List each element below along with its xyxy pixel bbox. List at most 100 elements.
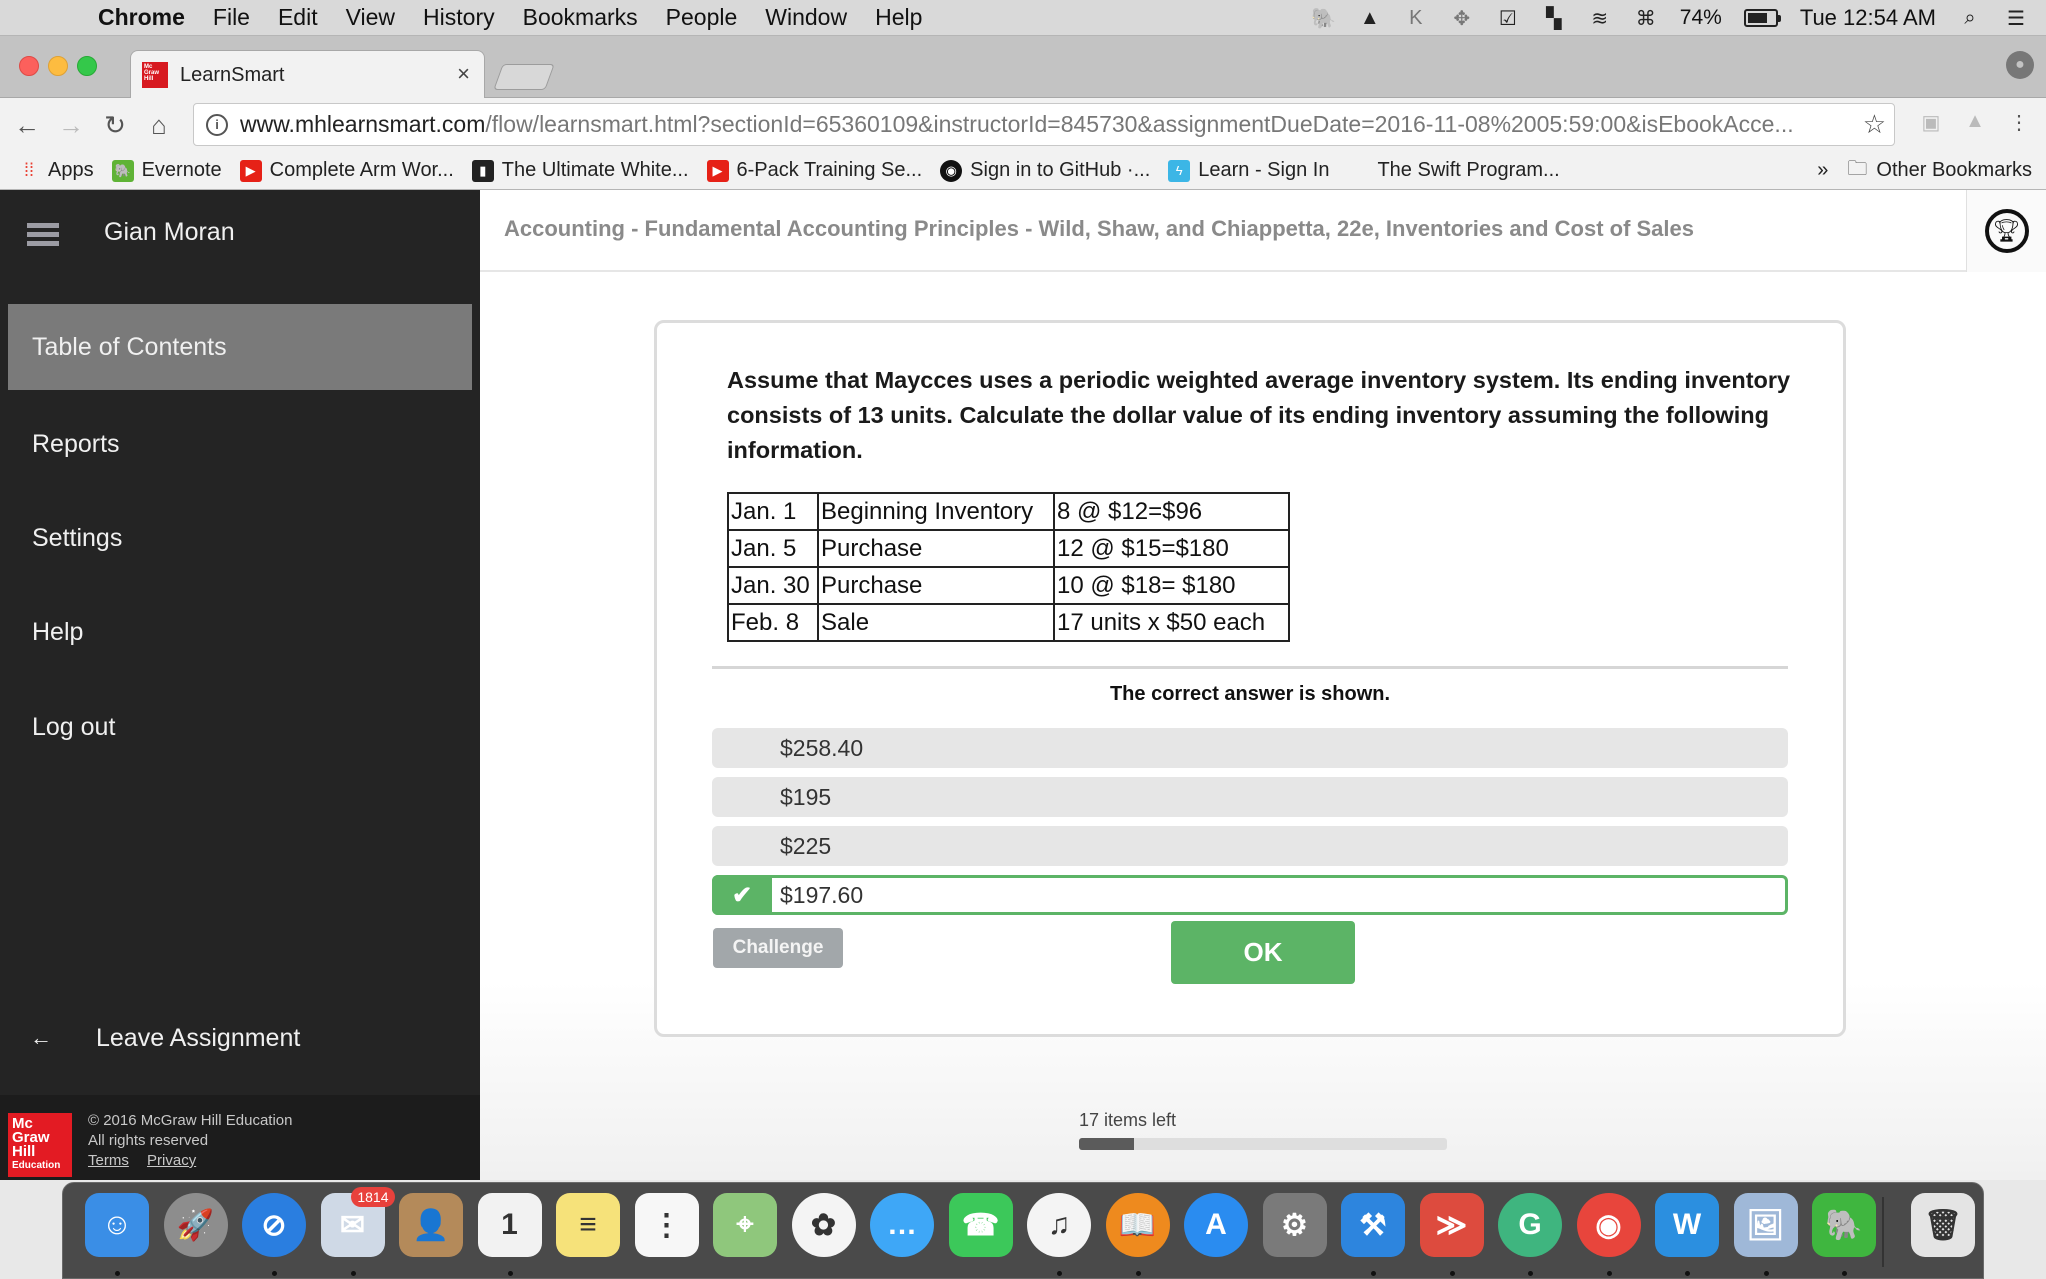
dock-app-xcode[interactable]: ⚒: [1341, 1193, 1405, 1257]
k-app-icon[interactable]: K: [1404, 6, 1428, 30]
dock-app-trash[interactable]: 🗑: [1911, 1193, 1975, 1257]
privacy-link[interactable]: Privacy: [147, 1152, 196, 1169]
extension-icon[interactable]: ▣: [1918, 110, 1944, 136]
back-arrow-icon[interactable]: ←: [10, 110, 44, 141]
bookmark-apps[interactable]: ⁞⁞ Apps: [18, 159, 94, 182]
dock-app-word[interactable]: W: [1655, 1193, 1719, 1257]
answer-option[interactable]: $258.40: [712, 728, 1788, 768]
keyboard-icon[interactable]: ⌘: [1634, 6, 1658, 30]
evernote-icon[interactable]: 🐘: [1311, 6, 1336, 30]
menu-people[interactable]: People: [666, 4, 738, 31]
google-drive-icon[interactable]: ▲: [1358, 6, 1382, 30]
profile-icon[interactable]: ●: [2006, 51, 2034, 79]
menu-history[interactable]: History: [423, 4, 495, 31]
dock-app-todoist[interactable]: ≫: [1419, 1193, 1484, 1257]
hamburger-menu-icon[interactable]: [27, 223, 59, 247]
bookmark-swift[interactable]: The Swift Program...: [1347, 159, 1559, 182]
spotlight-search-icon[interactable]: ⌕: [1958, 6, 1982, 30]
dock-app-itunes[interactable]: ♫: [1027, 1193, 1091, 1257]
battery-icon[interactable]: [1743, 9, 1781, 27]
reload-icon[interactable]: ↻: [98, 110, 132, 141]
terms-link[interactable]: Terms: [88, 1152, 129, 1169]
window-minimize-button[interactable]: [48, 56, 68, 76]
notification-center-icon[interactable]: ☰: [2004, 6, 2028, 30]
table-cell-type: Sale: [817, 603, 1055, 642]
dock-app-maps[interactable]: ⌖: [713, 1193, 777, 1257]
menu-file[interactable]: File: [213, 4, 250, 31]
sidebar-item-log-out[interactable]: Log out: [8, 684, 472, 770]
bookmark-label: Evernote: [141, 159, 222, 181]
bookmarks-overflow-chevron-icon[interactable]: »: [1817, 159, 1828, 182]
challenge-button[interactable]: Challenge: [713, 928, 843, 968]
dock-app-calendar[interactable]: 1: [477, 1193, 542, 1257]
dock-app-ibooks[interactable]: 📖: [1105, 1193, 1170, 1257]
dock-app-chrome[interactable]: ◉: [1576, 1193, 1641, 1257]
menu-help[interactable]: Help: [875, 4, 922, 31]
dock-app-system-preferences[interactable]: ⚙: [1262, 1193, 1327, 1257]
dropbox-icon[interactable]: ✥: [1450, 6, 1474, 30]
xcode-icon: ⚒: [1359, 1208, 1387, 1242]
course-header: Accounting - Fundamental Accounting Prin…: [480, 190, 2046, 272]
bookmark-star-icon[interactable]: ☆: [1863, 109, 1886, 140]
tab-close-icon[interactable]: ×: [457, 61, 470, 87]
dock-app-photos[interactable]: ✿: [791, 1193, 856, 1257]
answer-option-correct[interactable]: ✔ $197.60: [712, 875, 1788, 915]
dock-app-safari[interactable]: ⊘: [242, 1193, 306, 1257]
table-cell-amount: 10 @ $18= $180: [1053, 566, 1290, 605]
bookmark-learn[interactable]: ϟ Learn - Sign In: [1168, 159, 1329, 182]
chrome-menu-icon[interactable]: ⋮: [2006, 110, 2032, 136]
todoist-icon[interactable]: ☑: [1496, 6, 1520, 30]
bookmark-evernote[interactable]: 🐘 Evernote: [111, 159, 222, 182]
status-area: 🐘 ▲ K ✥ ☑ ▚ ≋ ⌘ 74% Tue 12:54 AM ⌕ ☰: [1311, 0, 2028, 36]
menu-view[interactable]: View: [346, 4, 395, 31]
window-close-button[interactable]: [19, 56, 39, 76]
menu-bookmarks[interactable]: Bookmarks: [523, 4, 638, 31]
dock-app-evernote[interactable]: 🐘: [1812, 1193, 1876, 1257]
achievements-button[interactable]: 🏆︎: [1966, 190, 2046, 272]
running-indicator: [350, 1271, 356, 1276]
sidebar-item-reports[interactable]: Reports: [8, 401, 472, 487]
home-icon[interactable]: ⌂: [142, 110, 176, 141]
back-arrow-icon: ←: [30, 1025, 52, 1050]
table-cell-type: Beginning Inventory: [817, 492, 1055, 531]
other-bookmarks[interactable]: 🗀 Other Bookmarks: [1846, 158, 2032, 182]
dock-app-facetime[interactable]: ☎: [948, 1193, 1013, 1257]
wifi-icon[interactable]: ≋: [1588, 6, 1612, 30]
dock-app-messages[interactable]: …: [870, 1193, 934, 1257]
dock-app-app-store[interactable]: A: [1184, 1193, 1248, 1257]
ok-button[interactable]: OK: [1171, 921, 1355, 984]
menu-edit[interactable]: Edit: [278, 4, 318, 31]
answer-option[interactable]: $195: [712, 777, 1788, 817]
dock-app-contacts[interactable]: 👤: [399, 1193, 463, 1257]
bookmark-6pack[interactable]: ▶ 6-Pack Training Se...: [706, 159, 922, 182]
sidebar-item-settings[interactable]: Settings: [8, 495, 472, 581]
dock-app-finder[interactable]: ☺: [85, 1193, 149, 1257]
dock-app-preview[interactable]: 🖼: [1733, 1193, 1798, 1257]
dock-app-mail[interactable]: ✉ 1814: [320, 1187, 395, 1257]
bookmark-complete-arm[interactable]: ▶ Complete Arm Wor...: [239, 159, 454, 182]
window-zoom-button[interactable]: [77, 56, 97, 76]
bookmark-ultimate-white[interactable]: ▮ The Ultimate White...: [471, 159, 689, 182]
clock[interactable]: Tue 12:54 AM: [1800, 5, 1936, 31]
bars-icon: ▮: [471, 159, 494, 182]
table-cell-type: Purchase: [817, 566, 1055, 605]
dock-app-launchpad[interactable]: 🚀: [163, 1193, 228, 1257]
site-info-icon[interactable]: i: [206, 113, 228, 136]
tab-learnsmart[interactable]: Mc Graw Hill LearnSmart ×: [130, 50, 485, 99]
bookmark-github[interactable]: ◉ Sign in to GitHub ·...: [940, 159, 1150, 182]
sidebar-item-help[interactable]: Help: [8, 589, 472, 675]
leave-assignment-button[interactable]: ← Leave Assignment: [0, 1008, 480, 1068]
forward-arrow-icon[interactable]: →: [54, 110, 88, 141]
address-bar[interactable]: i www.mhlearnsmart.com /flow/learnsmart.…: [193, 103, 1895, 146]
answer-option[interactable]: $225: [712, 826, 1788, 866]
menu-window[interactable]: Window: [765, 4, 847, 31]
dock-app-notes[interactable]: ≡: [556, 1193, 620, 1257]
dock-app-grammarly[interactable]: G: [1498, 1193, 1562, 1257]
dock-app-reminders[interactable]: ⋮: [634, 1193, 699, 1257]
copyright-block: © 2016 McGraw Hill Education All rights …: [88, 1111, 292, 1171]
new-tab-button[interactable]: [493, 64, 555, 90]
google-drive-extension-icon[interactable]: ▲: [1962, 110, 1988, 136]
menu-app-name[interactable]: Chrome: [98, 4, 185, 31]
sidebar-item-table-of-contents[interactable]: Table of Contents: [8, 304, 472, 390]
window-layout-icon[interactable]: ▚: [1542, 6, 1566, 30]
